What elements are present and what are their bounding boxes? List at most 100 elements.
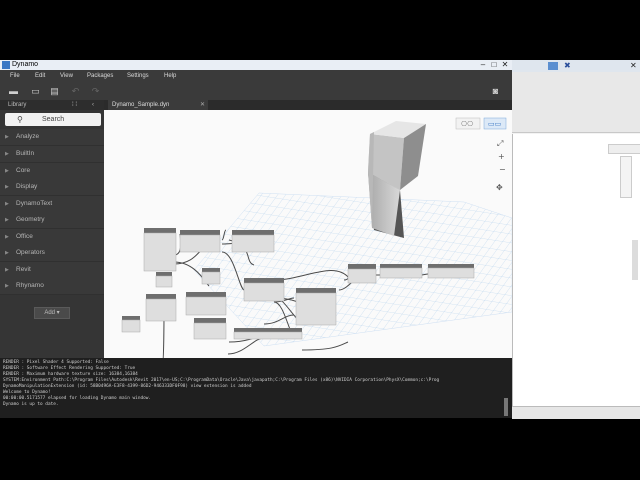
node (201, 268, 221, 285)
node (243, 278, 285, 302)
camera-icon[interactable]: ◙ (490, 86, 501, 97)
library-item-dynamotext[interactable]: ▶ DynamoText (0, 196, 104, 213)
expand-arrow-icon: ▶ (5, 151, 9, 157)
library-item-label: DynamoText (16, 200, 53, 207)
node (185, 292, 227, 316)
canvas-graphics: ⎔⎔ ▭▭ ⤢ + − ✥ (121, 117, 512, 358)
menu-view[interactable]: View (60, 70, 73, 83)
library-header: Library ⁞ ⁞ ‹ (0, 100, 104, 110)
library-item-revit[interactable]: ▶ Revit (0, 262, 104, 279)
save-icon[interactable]: ▤ (49, 86, 60, 97)
expand-arrow-icon: ▶ (5, 184, 9, 190)
dynamo-window: Dynamo – □ ✕ File Edit View Packages Set… (0, 60, 512, 418)
library-item-display[interactable]: ▶ Display (0, 179, 104, 196)
library-item-office[interactable]: ▶ Office (0, 229, 104, 246)
maximize-button[interactable]: □ (489, 60, 499, 70)
node (155, 272, 173, 288)
library-item-label: Operators (16, 249, 45, 256)
library-item-operators[interactable]: ▶ Operators (0, 245, 104, 262)
node (121, 316, 141, 333)
open-folder-icon[interactable]: ▭ (30, 86, 41, 97)
node (347, 264, 377, 284)
node (233, 328, 303, 340)
minimize-button[interactable]: – (478, 60, 488, 70)
node (145, 294, 177, 322)
zoom-in-icon[interactable]: + (498, 152, 505, 161)
library-item-core[interactable]: ▶ Core (0, 163, 104, 180)
expand-arrow-icon: ▶ (5, 168, 9, 174)
node (231, 230, 275, 253)
node (179, 230, 221, 253)
view-toggle[interactable]: ⎔⎔ ▭▭ (455, 117, 507, 130)
console-line: Dynamo is up to date. (3, 402, 59, 407)
expand-arrow-icon: ▶ (5, 234, 9, 240)
tab-strip: Dynamo_Sample.dyn ✕ (104, 100, 512, 110)
collapse-library-icon[interactable]: ‹ (92, 100, 94, 110)
svg-text:▭▭: ▭▭ (488, 120, 501, 128)
library-layout-icon[interactable]: ⁞ ⁞ (72, 100, 77, 110)
node (143, 228, 177, 272)
library-item-label: Office (16, 233, 33, 240)
menu-bar: File Edit View Packages Settings Help (0, 70, 512, 83)
revit-ribbon (512, 72, 640, 133)
tab-label: Dynamo_Sample.dyn (112, 102, 170, 108)
search-icon: ⚲ (17, 115, 23, 124)
undo-icon[interactable]: ↶ (70, 86, 81, 97)
zoom-to-fit-icon[interactable]: ⤢ (496, 139, 503, 148)
expand-arrow-icon: ▶ (5, 134, 9, 140)
revit-view-controls[interactable] (608, 144, 640, 154)
tab-dynamo-sample[interactable]: Dynamo_Sample.dyn ✕ (108, 100, 208, 110)
new-file-icon[interactable]: ▬ (8, 86, 19, 97)
menu-edit[interactable]: Edit (35, 70, 45, 83)
revit-toolbar-icon[interactable] (548, 62, 558, 70)
library-panel: Library ⁞ ⁞ ‹ ⚲ Search ▶ Analyze ▶ BuiltIn… (0, 100, 104, 358)
console-panel: RENDER : Pixel Shader 4 Supported: False… (0, 358, 512, 418)
close-button[interactable]: ✕ (500, 60, 510, 70)
revit-window-background: ✖ ✕ (512, 60, 640, 419)
search-input[interactable]: ⚲ Search (5, 113, 101, 126)
library-item-label: Analyze (16, 133, 40, 140)
expand-arrow-icon: ▶ (5, 250, 9, 256)
add-library-label: Add (44, 310, 55, 316)
menu-help[interactable]: Help (164, 70, 176, 83)
revit-status-bar (512, 406, 640, 419)
node (193, 318, 227, 340)
menu-settings[interactable]: Settings (127, 70, 149, 83)
revit-title-bar (512, 60, 640, 72)
library-item-label: Core (16, 167, 31, 174)
tab-close-icon[interactable]: ✕ (200, 100, 205, 110)
library-item-analyze[interactable]: ▶ Analyze (0, 129, 104, 146)
node (379, 264, 423, 279)
add-library-button[interactable]: Add ▾ (34, 307, 70, 319)
expand-arrow-icon: ▶ (5, 217, 9, 223)
console-scrollbar[interactable] (504, 398, 508, 416)
expand-arrow-icon: ▶ (5, 283, 9, 289)
library-item-label: Geometry (16, 216, 45, 223)
library-item-label: Revit (16, 266, 31, 273)
library-item-rhynamo[interactable]: ▶ Rhynamo (0, 278, 104, 295)
menu-packages[interactable]: Packages (87, 70, 113, 83)
dynamo-logo-icon (2, 61, 10, 69)
library-item-label: Display (16, 183, 38, 190)
zoom-out-icon[interactable]: − (499, 165, 506, 174)
library-title: Library (8, 102, 27, 108)
revit-navigation-bar[interactable] (620, 156, 632, 198)
node (295, 288, 337, 326)
revit-close-icon[interactable]: ✕ (630, 61, 637, 70)
node (427, 264, 475, 279)
revit-scrollbar[interactable] (632, 240, 638, 280)
window-title: Dynamo (12, 61, 39, 68)
svg-text:⎔⎔: ⎔⎔ (461, 120, 473, 128)
search-placeholder: Search (42, 116, 65, 123)
expand-arrow-icon: ▶ (5, 201, 9, 207)
library-item-builtin[interactable]: ▶ BuiltIn (0, 146, 104, 163)
pan-icon[interactable]: ✥ (496, 183, 503, 192)
workspace-canvas[interactable]: ⎔⎔ ▭▭ ⤢ + − ✥ (104, 110, 512, 358)
library-item-geometry[interactable]: ▶ Geometry (0, 212, 104, 229)
toolbar: ▬ ▭ ▤ ↶ ↷ ◙ (0, 83, 512, 101)
close-view-icon[interactable]: ✖ (564, 61, 571, 70)
expand-arrow-icon: ▶ (5, 267, 9, 273)
library-item-label: Rhynamo (16, 282, 44, 289)
menu-file[interactable]: File (10, 70, 20, 83)
redo-icon[interactable]: ↷ (90, 86, 101, 97)
